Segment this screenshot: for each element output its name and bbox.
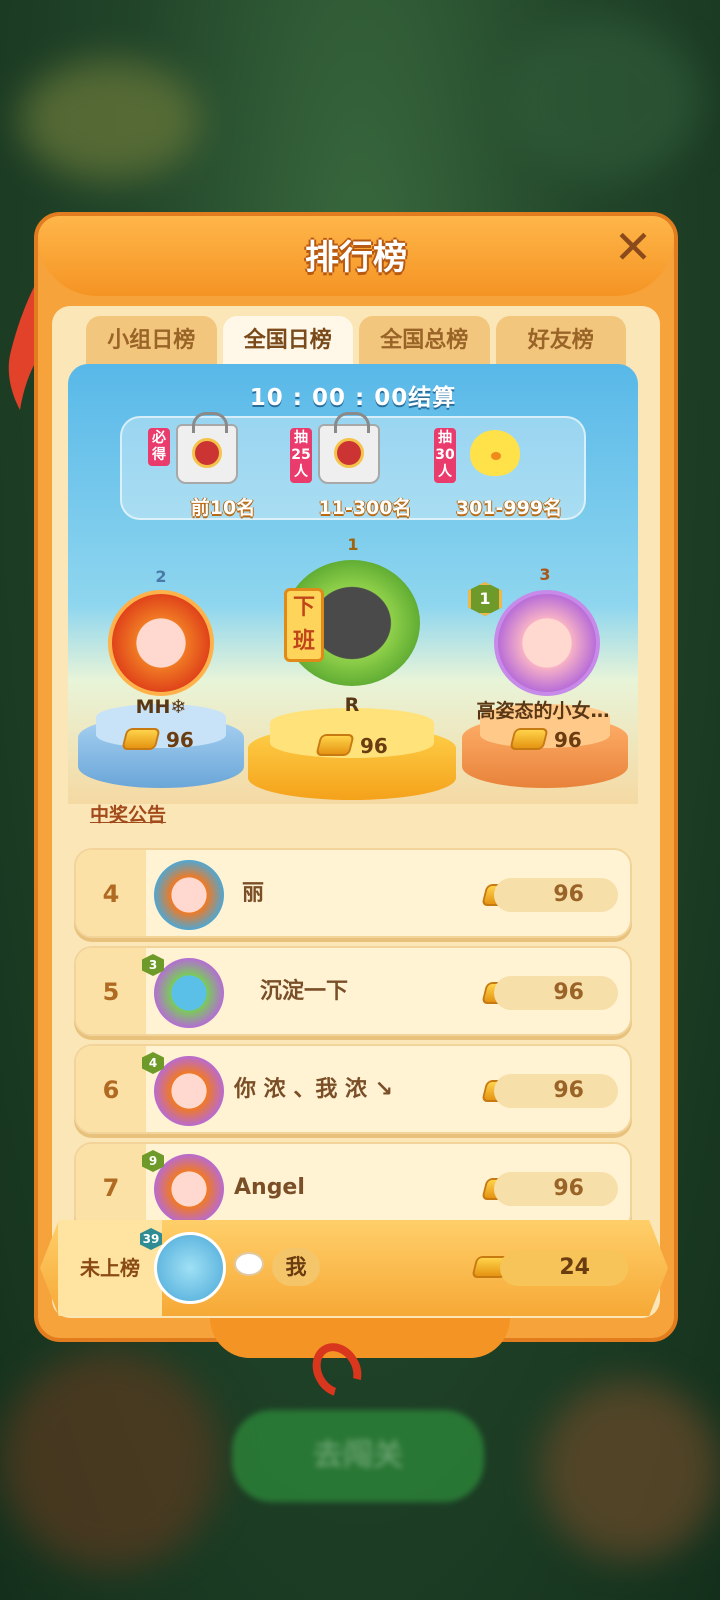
podium-name-1: R <box>344 694 360 716</box>
podium-score-1: 96 <box>360 734 388 758</box>
gold-bar-icon <box>121 728 161 750</box>
player-name: Angel <box>234 1175 305 1200</box>
level-badge: 1 <box>468 582 502 616</box>
prize-label: 前10名 <box>190 497 256 519</box>
podium-score-2: 96 <box>166 728 194 752</box>
player-name: 你 浓 、我 浓 ↘ <box>234 1077 394 1102</box>
avatar[interactable] <box>154 860 224 930</box>
rank-2-crown: 2 <box>155 567 167 586</box>
panel-bottom-curl <box>210 1318 510 1358</box>
prize-tag: 必得 <box>148 428 170 466</box>
avatar[interactable] <box>108 590 214 696</box>
list-item[interactable]: 6 4 你 浓 、我 浓 ↘ 96 <box>74 1044 632 1134</box>
prize-box: 必得 前10名 抽25人 11-300名 抽30人 301-999名 <box>120 412 586 522</box>
tab-friends[interactable]: 好友榜 <box>495 316 626 370</box>
player-name: 丽 <box>242 881 265 906</box>
bunny-icon <box>234 1252 264 1276</box>
badge-tag: 下班 <box>284 588 324 662</box>
panel-title: 排行榜 <box>305 238 407 278</box>
prize-label: 301-999名 <box>455 497 563 519</box>
title-band: 排行榜 ✕ <box>38 216 674 296</box>
rank-1-crown: 1 <box>347 535 359 554</box>
rank-number: 4 <box>102 880 120 908</box>
avatar[interactable] <box>154 958 224 1028</box>
chick-icon <box>470 430 520 476</box>
list-item[interactable]: 4 丽 96 <box>74 848 632 938</box>
tab-national-total[interactable]: 全国总榜 <box>359 316 490 370</box>
background-play-button: 去闯关 <box>232 1410 484 1502</box>
score-pill: 96 <box>494 1172 618 1206</box>
podium-score-3: 96 <box>554 728 582 752</box>
winner-announcement-link[interactable]: 中奖公告 <box>90 800 166 827</box>
list-item[interactable]: 5 3 沉淀一下 96 <box>74 946 632 1036</box>
avatar[interactable] <box>154 1056 224 1126</box>
podium-name-2: MH❄ <box>135 696 187 718</box>
tab-national-daily[interactable]: 全国日榜 <box>222 316 353 370</box>
tab-group-daily[interactable]: 小组日榜 <box>86 316 217 370</box>
rank-number: 5 <box>102 978 120 1006</box>
my-score-pill: 24 <box>500 1250 628 1286</box>
score-pill: 96 <box>494 878 618 912</box>
avatar[interactable] <box>154 1154 224 1224</box>
rank-number: 7 <box>102 1174 120 1202</box>
gift-bag-icon <box>318 412 380 484</box>
settlement-timer: 10 : 00 : 00结算 <box>249 385 457 411</box>
prize-11-300[interactable]: 抽25人 11-300名 <box>290 412 440 522</box>
my-name: 我 <box>272 1248 320 1286</box>
score-pill: 96 <box>494 976 618 1010</box>
prize-tag: 抽25人 <box>290 428 312 483</box>
prize-301-999[interactable]: 抽30人 301-999名 <box>434 418 584 522</box>
close-icon[interactable]: ✕ <box>608 222 658 272</box>
gold-bar-icon <box>509 728 549 750</box>
prize-top10[interactable]: 必得 前10名 <box>148 412 298 522</box>
score-pill: 96 <box>494 1074 618 1108</box>
gift-bag-icon <box>176 412 238 484</box>
prize-tag: 抽30人 <box>434 428 456 483</box>
podium-name-3: 高姿态的小女… <box>476 700 610 722</box>
my-rank-bar[interactable]: 未上榜 39 我 24 <box>40 1220 668 1316</box>
avatar[interactable] <box>494 590 600 696</box>
player-name: 沉淀一下 <box>260 979 349 1004</box>
rank-number: 6 <box>102 1076 120 1104</box>
avatar[interactable] <box>154 1232 226 1304</box>
rank-3-crown: 3 <box>539 565 551 584</box>
prize-label: 11-300名 <box>318 497 412 519</box>
gold-bar-icon <box>315 734 355 756</box>
list-item[interactable]: 7 9 Angel 96 <box>74 1142 632 1232</box>
tab-bar: 小组日榜 全国日榜 全国总榜 好友榜 <box>86 316 626 370</box>
podium-header: 10 : 00 : 00结算 必得 前10名 抽25人 11-300名 抽30人… <box>68 364 638 804</box>
